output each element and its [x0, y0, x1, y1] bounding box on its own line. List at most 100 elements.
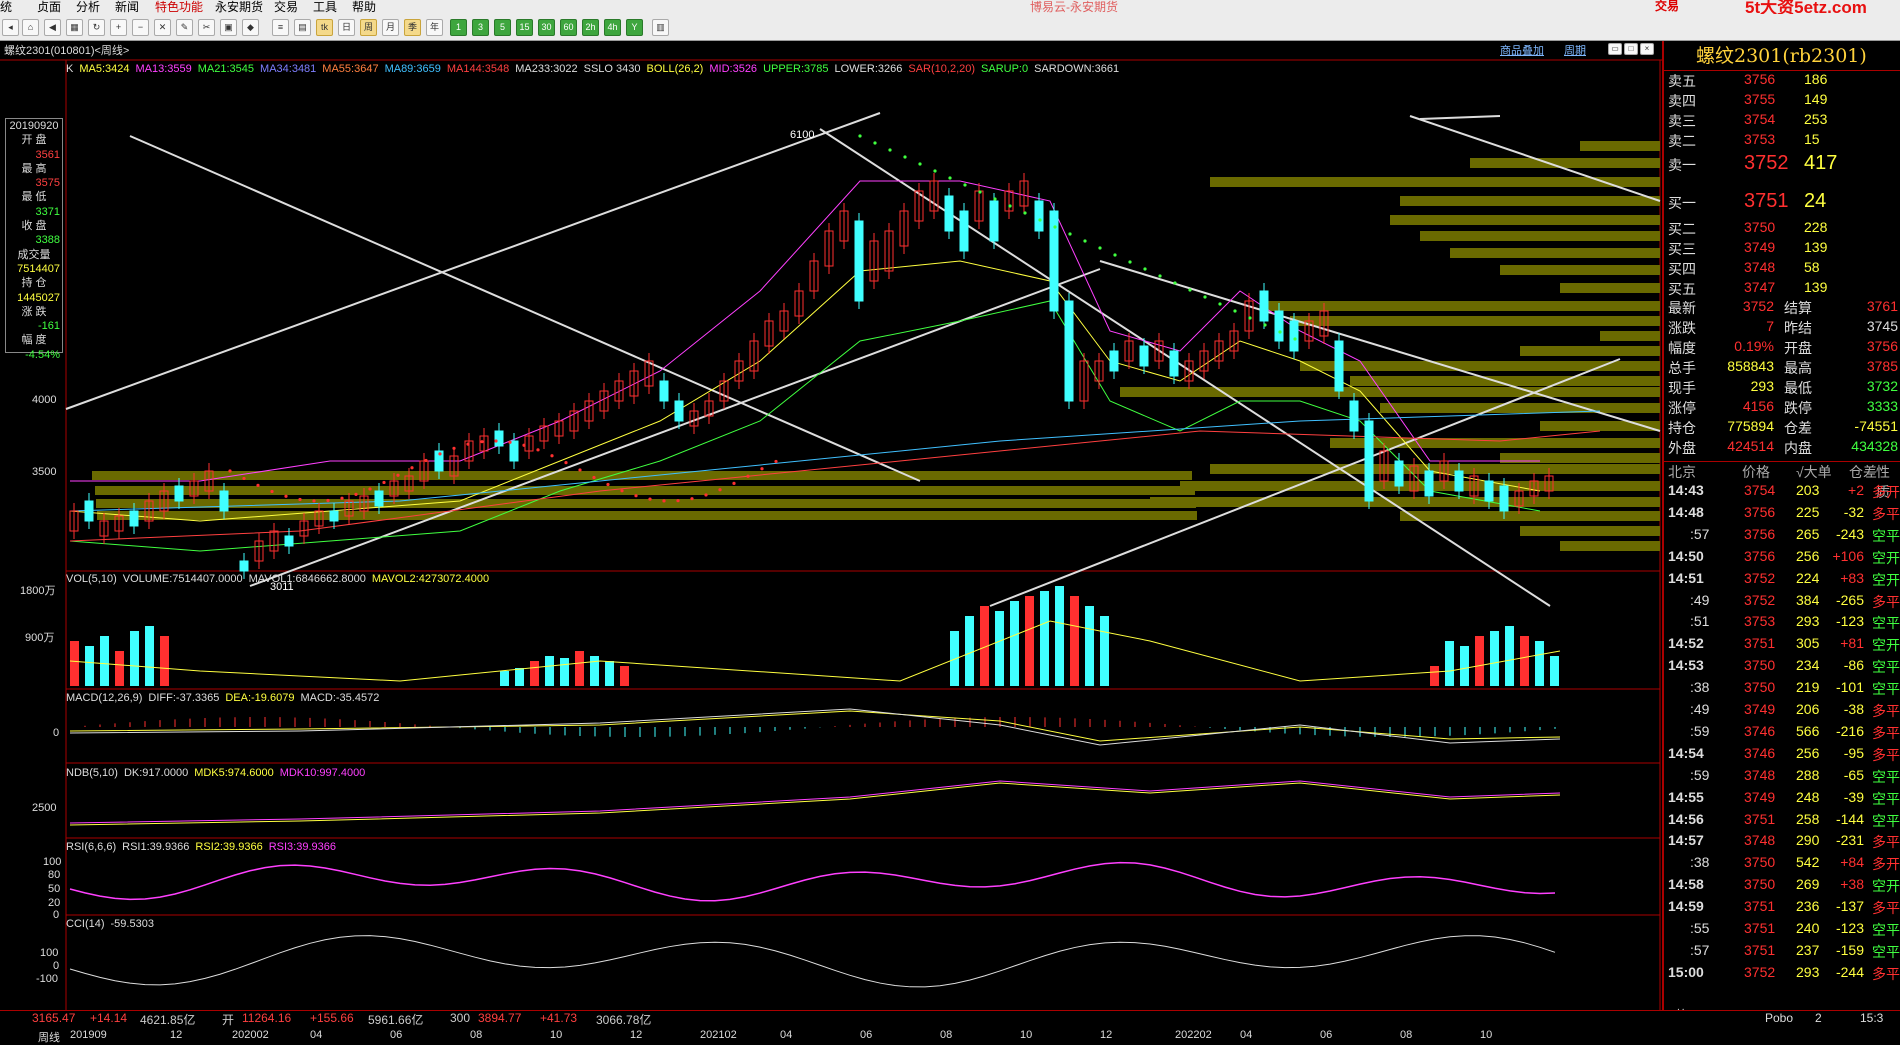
min5-icon[interactable]: 5: [494, 19, 511, 36]
window-close-icon[interactable]: ×: [1640, 43, 1654, 55]
bid-price: 3748: [1744, 259, 1776, 275]
cross-icon[interactable]: ✕: [154, 19, 171, 36]
volume-profile-bar-12: [1520, 346, 1660, 356]
menu-trade[interactable]: 交易: [274, 0, 298, 14]
trade-time: 14:58: [1668, 876, 1704, 893]
min60-icon[interactable]: 60: [560, 19, 577, 36]
volume-profile-bar-20: [1210, 464, 1660, 474]
candle-body-92: [1454, 470, 1464, 492]
candle-body-59: [959, 210, 969, 252]
sar-dot-39: [774, 459, 778, 464]
bookmark-icon[interactable]: ◆: [242, 19, 259, 36]
year-icon[interactable]: 年: [426, 19, 443, 36]
rsi-item-3: RSI3:39.9366: [268, 841, 336, 853]
menu-tools[interactable]: 工具: [313, 0, 337, 14]
calc-icon[interactable]: ▥: [652, 19, 669, 36]
overlay-link[interactable]: 商品叠加: [1500, 42, 1544, 58]
trade-nature: 空开: [1872, 571, 1900, 588]
volume-profile-bar-1: [1470, 158, 1660, 168]
refresh-icon[interactable]: ↻: [88, 19, 105, 36]
volume-profile-bar-18: [1330, 438, 1660, 448]
volume-profile-bar-4: [1390, 215, 1660, 225]
window-max-icon[interactable]: □: [1624, 43, 1638, 55]
menu-help[interactable]: 帮助: [352, 0, 376, 14]
sar-dot-g-13: [1053, 225, 1057, 229]
stat-label-2: 最高: [1784, 360, 1812, 376]
gann-line-6: [1419, 115, 1501, 120]
hour2-icon[interactable]: 2h: [582, 19, 599, 36]
stat-label-2: 昨结: [1784, 320, 1812, 336]
volume-bar-22: [1040, 591, 1049, 686]
list-icon[interactable]: ≡: [272, 19, 289, 36]
sar-dot-g-28: [1278, 330, 1282, 334]
bid-volume: 24: [1804, 190, 1827, 212]
menu-news[interactable]: 新闻: [115, 0, 139, 14]
x-label-13: 10: [1020, 1029, 1033, 1041]
season-icon[interactable]: 季: [404, 19, 421, 36]
candle-body-39: [659, 380, 669, 402]
chart-area[interactable]: 螺纹2301(010801)<周线> 商品叠加 周期 ▭ □ × K MA5:34…: [0, 41, 1662, 1044]
layout-icon[interactable]: ▣: [220, 19, 237, 36]
menu-system[interactable]: 统: [0, 0, 12, 14]
menu-features[interactable]: 特色功能: [155, 0, 203, 14]
y-label-rsi-4: 0: [53, 909, 60, 921]
day-icon[interactable]: 日: [338, 19, 355, 36]
min15-icon[interactable]: 15: [516, 19, 533, 36]
ask-row: 卖二 3753 15: [1664, 131, 1900, 151]
volume-bar-23: [1055, 586, 1064, 686]
grid-icon[interactable]: ▦: [66, 19, 83, 36]
trade-header: 北京 价格 √大单 仓差 性质: [1664, 461, 1900, 500]
year-g-icon[interactable]: Y: [626, 19, 643, 36]
home-icon[interactable]: ⌂: [22, 19, 39, 36]
month-icon[interactable]: 月: [382, 19, 399, 36]
volume-bar-3: [115, 651, 124, 686]
volume-bar-15: [620, 666, 629, 686]
candle-body-58: [944, 195, 954, 232]
trade-oi-change: -144: [1835, 810, 1864, 827]
arrow-icon[interactable]: ◂: [2, 19, 19, 36]
zoom-in-icon[interactable]: +: [110, 19, 127, 36]
trade-button[interactable]: 交易: [1655, 0, 1679, 13]
info-low-label: 最 低: [21, 191, 47, 204]
trade-nature: 空平: [1872, 812, 1900, 829]
main-item-15: SARUP:0: [981, 63, 1029, 75]
tile-icon[interactable]: ▤: [294, 19, 311, 36]
trade-price: 3751: [1744, 898, 1776, 915]
chart-canvas[interactable]: [0, 41, 1662, 1025]
trade-oi-change: -244: [1835, 963, 1864, 980]
menu-yongan[interactable]: 永安期货: [215, 0, 263, 14]
period-link[interactable]: 周期: [1564, 42, 1586, 58]
min3-icon[interactable]: 3: [472, 19, 489, 36]
stat-value-2: 3333: [1866, 398, 1898, 414]
sar-dot-21: [522, 443, 526, 447]
hour4-icon[interactable]: 4h: [604, 19, 621, 36]
menu-page[interactable]: 贞面: [37, 0, 61, 14]
volume-bar-8: [515, 668, 524, 686]
quote-panel: 螺纹2301(rb2301) 卖五 3756 186 卖四 3755 149 卖三 3754 2…: [1662, 41, 1900, 1025]
volume-profile-bar-25: [1560, 541, 1660, 551]
sar-dot-g-11: [1023, 211, 1027, 215]
sar-dot-g-21: [1173, 281, 1177, 285]
menu-analysis[interactable]: 分析: [76, 0, 100, 14]
window-restore-icon[interactable]: ▭: [1608, 43, 1622, 55]
trade-volume: 288: [1796, 766, 1820, 783]
sar-dot-16: [452, 446, 456, 450]
y-label-rsi-2: 50: [48, 883, 61, 895]
info-vol: 7514407: [17, 262, 60, 275]
info-chg-label: 涨 跌: [21, 305, 47, 318]
y-label-main-2: 3500: [32, 466, 57, 478]
trade-nature: 空平: [1872, 922, 1900, 938]
zoom-out-icon[interactable]: −: [132, 19, 149, 36]
sar-dot-g-12: [1038, 218, 1042, 222]
scissor-icon[interactable]: ✂: [198, 19, 215, 36]
tick-icon[interactable]: tk: [316, 19, 333, 36]
back-icon[interactable]: ◀: [44, 19, 61, 36]
week-icon[interactable]: 周: [360, 19, 377, 36]
min30-icon[interactable]: 30: [538, 19, 555, 36]
draw-icon[interactable]: ✎: [176, 19, 193, 36]
bid-row: 买五 3747 139: [1664, 279, 1900, 299]
sar-dot-5: [298, 497, 302, 502]
min1-icon[interactable]: 1: [450, 19, 467, 36]
cci-item-1: -59.5303: [110, 918, 154, 930]
main-item-8: MA233:3022: [515, 63, 578, 75]
